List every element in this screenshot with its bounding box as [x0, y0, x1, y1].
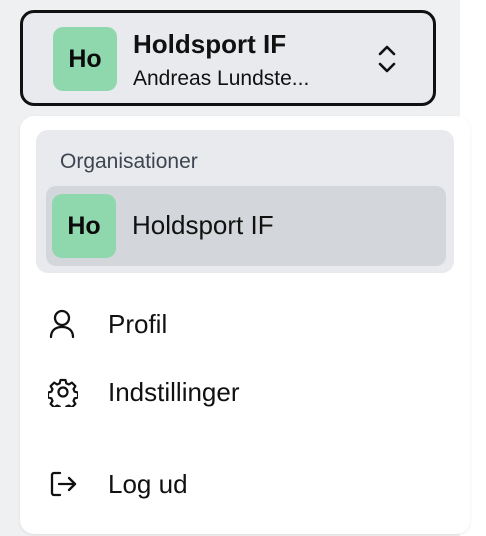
menu-item-label: Indstillinger: [108, 376, 240, 407]
chevron-up-down-icon: [375, 43, 399, 75]
gear-icon: [48, 377, 88, 407]
organizations-section: Organisationer Ho Holdsport IF: [36, 130, 454, 273]
organizations-section-title: Organisationer: [60, 150, 198, 173]
organization-switcher-button[interactable]: Ho Holdsport IF Andreas Lundste...: [20, 10, 436, 106]
org-avatar: Ho: [53, 27, 117, 91]
menu-item-settings[interactable]: Indstillinger: [48, 368, 448, 416]
user-icon: [48, 309, 88, 339]
menu-item-profile[interactable]: Profil: [48, 300, 448, 348]
menu-item-label: Log ud: [108, 468, 188, 499]
org-item-label: Holdsport IF: [132, 210, 274, 240]
current-user-name: Andreas Lundste...: [133, 67, 310, 90]
org-item-avatar: Ho: [52, 194, 116, 258]
menu-item-label: Profil: [108, 308, 168, 339]
account-dropdown-menu: Organisationer Ho Holdsport IF Profil In…: [20, 116, 470, 534]
current-org-name: Holdsport IF: [133, 29, 287, 59]
org-menu-item[interactable]: Ho Holdsport IF: [46, 186, 446, 266]
menu-item-logout[interactable]: Log ud: [48, 460, 448, 508]
logout-icon: [48, 469, 88, 499]
